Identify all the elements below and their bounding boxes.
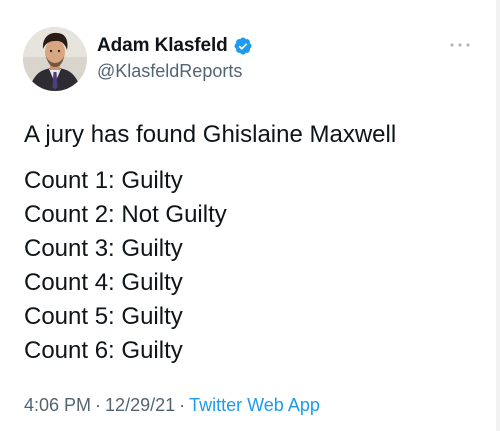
tweet-time[interactable]: 4:06 PM bbox=[24, 395, 91, 415]
more-horizontal-icon[interactable] bbox=[448, 38, 472, 50]
tweet-headline: A jury has found Ghislaine Maxwell bbox=[24, 121, 397, 148]
list-item: Count 6: Guilty bbox=[24, 337, 183, 364]
scroll-edge bbox=[496, 0, 500, 431]
list-item: Count 5: Guilty bbox=[24, 303, 183, 330]
list-item: Count 1: Guilty bbox=[24, 167, 183, 194]
name-row: Adam Klasfeld bbox=[97, 34, 253, 58]
tweet-meta: 4:06 PM · 12/29/21 · Twitter Web App bbox=[24, 395, 320, 416]
verified-badge-icon bbox=[233, 36, 253, 56]
meta-separator: · bbox=[179, 395, 186, 415]
author-avatar[interactable] bbox=[23, 27, 87, 91]
tweet-date[interactable]: 12/29/21 bbox=[105, 395, 175, 415]
meta-separator: · bbox=[95, 395, 102, 415]
list-item: Count 2: Not Guilty bbox=[24, 201, 227, 228]
list-item: Count 4: Guilty bbox=[24, 269, 183, 296]
avatar-image bbox=[23, 27, 87, 91]
author-block: Adam Klasfeld @KlasfeldReports bbox=[97, 34, 253, 82]
author-display-name[interactable]: Adam Klasfeld bbox=[97, 35, 228, 57]
count-list: Count 1: Guilty Count 2: Not Guilty Coun… bbox=[24, 164, 480, 368]
author-handle[interactable]: @KlasfeldReports bbox=[97, 61, 253, 82]
tweet-text: A jury has found Ghislaine Maxwell Count… bbox=[24, 118, 480, 368]
list-item: Count 3: Guilty bbox=[24, 235, 183, 262]
tweet-source-link[interactable]: Twitter Web App bbox=[189, 395, 320, 415]
tweet-card: Adam Klasfeld @KlasfeldReports A jury ha… bbox=[0, 0, 500, 431]
